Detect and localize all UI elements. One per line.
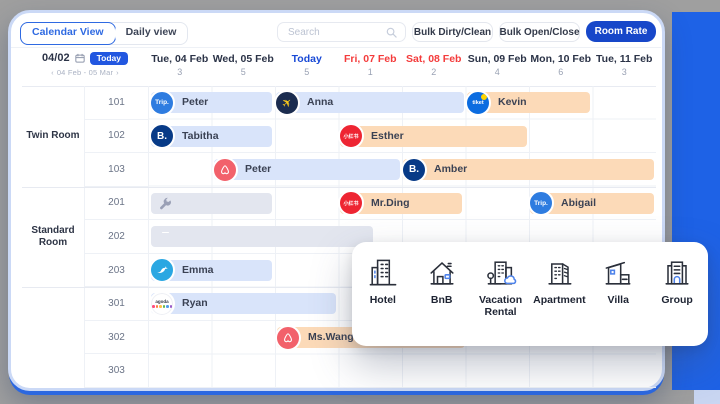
- guest-name: Peter: [182, 92, 272, 113]
- current-date: 04/02: [42, 52, 70, 64]
- daily-view-button[interactable]: Daily view: [115, 23, 188, 44]
- booking-com-channel-avatar: B.: [401, 157, 427, 183]
- room-rate-button[interactable]: Room Rate: [586, 21, 656, 42]
- date-header-cell: Sun, 09 Feb4: [466, 48, 530, 86]
- booking-bar[interactable]: ✈ Anna: [276, 92, 464, 113]
- pms-calendar-screen: Calendar View Daily view Bulk Dirty/Clea…: [0, 0, 720, 404]
- booking-com-channel-avatar: B.: [149, 123, 175, 149]
- guest-name: Amber: [434, 159, 654, 180]
- booking-bar[interactable]: Emma: [151, 260, 272, 281]
- wrench-icon: [159, 197, 172, 210]
- room-number: 201: [85, 187, 148, 221]
- date-header-cell: Fri, 07 Feb1: [339, 48, 403, 86]
- view-switcher: Calendar View Daily view: [20, 22, 188, 45]
- group-divider: [22, 187, 656, 188]
- bulk-open-close-button[interactable]: Bulk Open/Close: [499, 22, 580, 42]
- maintenance-bar[interactable]: [151, 193, 272, 214]
- room-number: 203: [85, 254, 148, 288]
- next-range-arrow[interactable]: ›: [116, 68, 119, 77]
- date-navigator: 04/02 Today ‹04 Feb - 05 Mar›: [22, 48, 148, 86]
- property-type-hotel[interactable]: Hotel: [355, 255, 411, 306]
- booking-bar[interactable]: 小红书 Esther: [340, 126, 527, 147]
- date-header-cell: Tue, 11 Feb3: [593, 48, 657, 86]
- plane-icon: ✈: [279, 95, 294, 111]
- booking-bar[interactable]: agoda Ryan: [151, 293, 336, 314]
- vacation-rental-icon: [483, 255, 519, 291]
- bulk-dirty-clean-button[interactable]: Bulk Dirty/Clean: [412, 22, 493, 42]
- room-number: 301: [85, 287, 148, 321]
- room-number: 103: [85, 153, 148, 187]
- search-input[interactable]: [286, 26, 386, 39]
- room-group-label: Twin Room: [22, 86, 84, 187]
- property-type-popup: Hotel BnB Vacation Rent: [352, 242, 708, 346]
- date-header-cell-today: Today5: [275, 48, 339, 86]
- room-number: 102: [85, 120, 148, 154]
- guest-name: Peter: [245, 159, 400, 180]
- property-type-villa[interactable]: Villa: [590, 255, 646, 306]
- bird-channel-avatar: [149, 257, 175, 283]
- airbnb-channel-avatar: [275, 325, 301, 351]
- airbnb-belo-icon: [280, 330, 296, 346]
- prev-range-arrow[interactable]: ‹: [51, 68, 54, 77]
- room-number: 303: [85, 354, 148, 388]
- agoda-dots-icon: [152, 305, 172, 308]
- date-header-cell: Wed, 05 Feb5: [212, 48, 276, 86]
- guest-name: Emma: [182, 260, 272, 281]
- villa-icon: [600, 255, 636, 291]
- room-group-label: [22, 287, 84, 388]
- booking-bar[interactable]: Trip. Abigail: [530, 193, 654, 214]
- guest-name: Tabitha: [182, 126, 272, 147]
- booking-bar[interactable]: tiket Kevin: [467, 92, 590, 113]
- trip-channel-avatar: Trip.: [149, 90, 175, 116]
- apartment-icon: [541, 255, 577, 291]
- side-accent-strip: [694, 390, 720, 404]
- bird-icon: [155, 263, 170, 278]
- date-header-cell: Tue, 04 Feb3: [148, 48, 212, 86]
- guest-name: Abigail: [561, 193, 654, 214]
- room-number: 302: [85, 321, 148, 355]
- guest-name: Kevin: [498, 92, 590, 113]
- today-badge[interactable]: Today: [90, 52, 128, 65]
- blocked-bar[interactable]: [151, 226, 373, 247]
- hotel-icon: [365, 255, 401, 291]
- bnb-icon: [424, 255, 460, 291]
- booking-bar[interactable]: 小红书 Mr.Ding: [340, 193, 462, 214]
- property-type-bnb[interactable]: BnB: [414, 255, 470, 306]
- group-icon: [659, 255, 695, 291]
- date-header-cell: Sat, 08 Feb2: [402, 48, 466, 86]
- booking-bar[interactable]: Trip. Peter: [151, 92, 272, 113]
- property-type-apartment[interactable]: Apartment: [531, 255, 587, 306]
- airbnb-channel-avatar: [212, 157, 238, 183]
- calendar-view-button[interactable]: Calendar View: [20, 22, 116, 45]
- search-icon: [386, 27, 397, 38]
- calendar-icon[interactable]: [75, 53, 85, 63]
- property-type-vacation-rental[interactable]: Vacation Rental: [473, 255, 529, 318]
- property-type-group[interactable]: Group: [649, 255, 705, 306]
- guest-name: Ryan: [182, 293, 336, 314]
- guest-name: Esther: [371, 126, 527, 147]
- room-number: 101: [85, 86, 148, 120]
- tiket-channel-avatar: tiket: [465, 90, 491, 116]
- agoda-channel-avatar: agoda: [149, 291, 175, 317]
- booking-bar[interactable]: B. Tabitha: [151, 126, 272, 147]
- expedia-channel-avatar: ✈: [274, 90, 300, 116]
- room-number: 202: [85, 220, 148, 254]
- booking-bar[interactable]: B. Amber: [403, 159, 654, 180]
- airbnb-belo-icon: [217, 162, 233, 178]
- date-range-label: 04 Feb - 05 Mar: [57, 68, 113, 77]
- xiaohongshu-channel-avatar: 小红书: [338, 190, 364, 216]
- xiaohongshu-channel-avatar: 小红书: [338, 123, 364, 149]
- guest-name: Anna: [307, 92, 464, 113]
- room-group-label: Standard Room: [22, 187, 84, 288]
- date-header-cell: Mon, 10 Feb6: [529, 48, 593, 86]
- room-number-column: 101 102 103 201 202 203 301 302 303: [84, 86, 148, 388]
- search-box: [277, 22, 406, 42]
- guest-name: Mr.Ding: [371, 193, 462, 214]
- trip-channel-avatar: Trip.: [528, 190, 554, 216]
- booking-bar[interactable]: Peter: [214, 159, 400, 180]
